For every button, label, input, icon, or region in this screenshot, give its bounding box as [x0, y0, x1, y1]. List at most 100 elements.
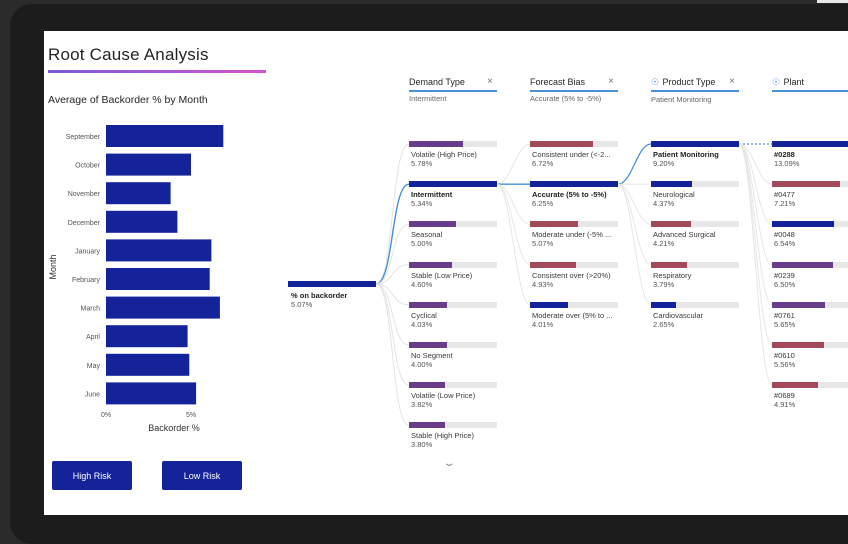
lightbulb-icon: ☉: [651, 77, 660, 87]
node-value: 5.07%: [532, 239, 554, 249]
node-bar-track: [651, 221, 739, 228]
tree-level-header[interactable]: ☉ Plant×: [772, 77, 848, 95]
node-value: 3.80%: [411, 440, 433, 450]
tree-level-name: ☉ Plant: [772, 77, 805, 87]
node-label: Accurate (5% to -5%): [532, 190, 607, 200]
node-bar-fill: [409, 181, 497, 188]
node-bar-fill: [530, 141, 594, 147]
tree-connector: [375, 283, 410, 426]
node-value: 6.54%: [774, 239, 796, 249]
node-value: 5.56%: [774, 360, 796, 369]
tree-connector: [496, 143, 531, 185]
tree-connector: [496, 183, 531, 306]
tree-level-header[interactable]: Demand Type Intermittent ×: [409, 76, 497, 103]
chevron-down-icon[interactable]: ⌄: [442, 458, 455, 469]
tree-level-header[interactable]: Forecast Bias Accurate (5% to -5%) ×: [530, 76, 618, 103]
node-bar-track: [772, 382, 848, 389]
node-bar-fill: [530, 261, 577, 268]
node-bar-track: [409, 181, 497, 188]
node-bar-fill: [772, 221, 834, 228]
node-bar-fill: [530, 301, 568, 308]
tree-level-name: Forecast Bias: [530, 77, 586, 87]
node-value: 13.09%: [774, 159, 800, 168]
node-bar-track: [772, 221, 848, 228]
node-bar-track: [651, 301, 739, 308]
selected-value-caption: Accurate (5% to -5%): [530, 94, 602, 103]
node-label: Moderate under (-5% ...: [532, 230, 612, 240]
node-bar-track: [651, 261, 739, 268]
tree-level-header[interactable]: ☉ Product Type Patient Monitoring ×: [651, 76, 739, 104]
header-underline: [772, 90, 848, 92]
node-bar-track: [772, 141, 848, 147]
root-value: 5.07%: [291, 300, 313, 309]
node-bar-fill: [409, 342, 447, 348]
node-bar-track: [772, 342, 848, 348]
node-value: 5.34%: [411, 199, 433, 209]
tree-level-name: ☉ Product Type: [651, 77, 716, 87]
header-underline: [409, 90, 497, 92]
node-label: Advanced Surgical: [653, 230, 716, 240]
node-bar-fill: [530, 181, 618, 188]
node-bar-track: [409, 221, 497, 228]
node-bar-fill: [530, 221, 578, 228]
node-bar-track: [651, 181, 739, 188]
node-label: #0048: [774, 230, 795, 240]
node-bar-track: [409, 301, 497, 308]
node-value: 4.93%: [532, 279, 554, 289]
header-underline: [530, 90, 618, 92]
node-bar-track: [772, 301, 848, 308]
tree-connector: [375, 183, 410, 285]
close-icon[interactable]: ×: [729, 76, 735, 87]
node-bar-fill: [651, 181, 693, 188]
node-label: Cardiovascular: [653, 310, 704, 320]
node-value: 5.78%: [411, 159, 433, 168]
node-label: Consistent under (<-2...: [532, 150, 611, 159]
node-bar-track: [651, 141, 739, 147]
node-value: 6.50%: [774, 279, 796, 289]
node-bar-fill: [651, 261, 687, 268]
node-value: 4.01%: [532, 319, 554, 329]
node-label: #0239: [774, 270, 795, 280]
tree-connector: [617, 143, 652, 185]
selected-value-caption: Intermittent: [409, 94, 447, 103]
node-label: #0288: [774, 150, 795, 159]
node-bar-track: [530, 261, 618, 268]
node-label: Volatile (Low Price): [411, 391, 476, 401]
node-value: 4.91%: [774, 400, 796, 410]
node-value: 7.21%: [774, 199, 796, 209]
node-value: 3.79%: [653, 279, 675, 289]
node-label: Stable (High Price): [411, 431, 474, 441]
node-bar-fill: [772, 141, 848, 147]
node-bar-fill: [772, 181, 840, 188]
tree-connector: [375, 143, 410, 285]
lightbulb-icon: ☉: [772, 77, 781, 87]
tree-connector: [496, 183, 531, 266]
close-icon[interactable]: ×: [608, 76, 614, 87]
report-canvas: Root Cause Analysis Average of Backorder…: [44, 31, 848, 515]
node-bar-fill: [772, 382, 819, 389]
node-label: #0761: [774, 310, 795, 320]
node-bar-fill: [409, 301, 447, 308]
node-bar-fill: [772, 342, 825, 348]
close-icon[interactable]: ×: [487, 76, 493, 87]
node-label: #0610: [774, 351, 795, 360]
node-bar-track: [409, 382, 497, 389]
node-bar-track: [409, 342, 497, 348]
node-label: Volatile (High Price): [411, 150, 477, 159]
node-label: Intermittent: [411, 190, 453, 200]
node-bar-fill: [409, 422, 445, 429]
tree-connector: [375, 283, 410, 386]
node-bar-fill: [651, 221, 691, 228]
node-value: 5.00%: [411, 239, 433, 249]
node-value: 9.20%: [653, 159, 675, 168]
node-bar-track: [772, 181, 848, 188]
node-bar-fill: [409, 261, 453, 268]
node-label: Respiratory: [653, 270, 692, 280]
node-label: No Segment: [411, 351, 453, 360]
header-underline: [651, 90, 739, 92]
node-label: Neurological: [653, 190, 695, 200]
node-value: 6.25%: [532, 199, 554, 209]
node-bar-track: [409, 261, 497, 268]
tree-connector: [738, 143, 773, 386]
root-label: % on backorder: [291, 291, 348, 300]
